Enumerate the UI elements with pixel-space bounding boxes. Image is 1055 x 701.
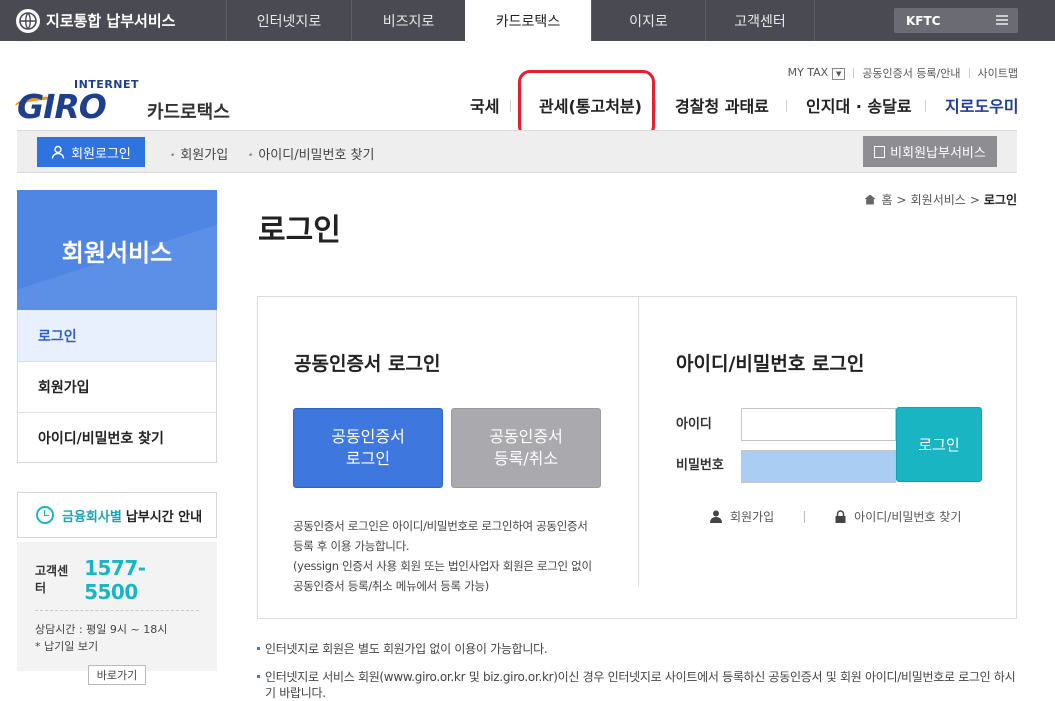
find-account-link-bottom[interactable]: 아이디/비밀번호 찾기	[835, 508, 961, 525]
payment-time-guide-link[interactable]: 금융회사별 납부시간 안내	[17, 492, 217, 538]
password-input[interactable]	[741, 450, 896, 483]
breadcrumb-home[interactable]: 홈	[882, 191, 893, 208]
login-panel: 공동인증서 로그인 공동인증서 로그인 공동인증서 등록/취소 공동인증서 로그…	[257, 296, 1017, 619]
tab-card-to-tax[interactable]: 카드로택스	[465, 0, 591, 41]
brand-label: 지로통합 납부서비스	[46, 12, 176, 30]
sidebar-item-join[interactable]: 회원가입	[18, 361, 216, 412]
highlight-annotation	[518, 70, 655, 138]
cert-description: 공동인증서 로그인은 아이디/비밀번호로 로그인하여 공동인증서 등록 후 이용…	[293, 516, 601, 596]
id-login-title: 아이디/비밀번호 로그인	[676, 353, 865, 375]
person-icon	[710, 510, 722, 523]
clock-icon	[36, 506, 54, 524]
utility-links: MY TAX ▼ 공동인증서 등록/안내 사이트맵	[788, 65, 1018, 81]
sidebar-item-login[interactable]: 로그인	[18, 310, 216, 361]
breadcrumb-current: 로그인	[983, 193, 1017, 207]
member-subbar: 회원로그인 회원가입 아이디/비밀번호 찾기 비회원납부서비스	[17, 130, 1017, 173]
divider	[853, 68, 855, 78]
home-icon	[864, 194, 876, 205]
nav-stamp-fee[interactable]: 인지대 · 송달료	[806, 93, 912, 117]
cert-register-button[interactable]: 공동인증서 등록/취소	[451, 408, 601, 488]
divider	[804, 510, 806, 523]
page-title: 로그인	[258, 213, 341, 248]
cert-login-button[interactable]: 공동인증서 로그인	[293, 408, 443, 488]
customer-center-row: 고객센터 1577-5500	[35, 556, 199, 611]
nav-divider	[510, 100, 511, 112]
nav-divider	[786, 100, 787, 112]
fin-rest-text: 납부시간 안내	[125, 509, 203, 525]
integrated-payment-link[interactable]: 지로통합 납부서비스	[0, 0, 226, 41]
globe-icon	[16, 8, 40, 33]
cert-desc-1: 공동인증서 로그인은 아이디/비밀번호로 로그인하여 공동인증서 등록 후 이용…	[293, 519, 588, 553]
password-label: 비밀번호	[676, 458, 724, 473]
lock-icon	[835, 510, 846, 523]
mytax-dropdown[interactable]: MY TAX ▼	[788, 66, 846, 80]
tab-internet-giro[interactable]: 인터넷지로	[226, 0, 351, 41]
breadcrumb-member-service[interactable]: 회원서비스	[911, 191, 966, 208]
breadcrumb: 홈 > 회원서비스 > 로그인	[864, 191, 1017, 208]
cert-login-title: 공동인증서 로그인	[294, 353, 441, 375]
tab-ezgiro[interactable]: 이지로	[591, 0, 705, 41]
tab-customer-center[interactable]: 고객센터	[705, 0, 815, 41]
nav-divider	[925, 100, 926, 112]
member-login-label: 회원로그인	[71, 146, 131, 162]
customer-center-phone: 1577-5500	[84, 556, 146, 604]
panel-divider	[638, 297, 639, 587]
global-topbar: 지로통합 납부서비스 인터넷지로 비즈지로 카드로택스 이지로 고객센터 KFT…	[0, 0, 1055, 41]
cert-desc-2: (yessign 인증서 사용 회원 또는 법인사업자 회원은 로그인 없이 공…	[293, 559, 592, 593]
member-login-button[interactable]: 회원로그인	[37, 137, 145, 167]
mytax-label: MY TAX	[787, 66, 829, 79]
breadcrumb-separator: >	[969, 192, 980, 207]
cert-register-line2: 등록/취소	[493, 449, 559, 468]
id-input[interactable]	[741, 408, 896, 441]
nav-police-fine[interactable]: 경찰청 과태료	[675, 93, 769, 117]
sidebar-menu: 로그인 회원가입 아이디/비밀번호 찾기	[17, 310, 217, 463]
consult-hours-text: 상담시간 : 평일 9시 ~ 18시	[35, 623, 168, 636]
breadcrumb-separator: >	[896, 192, 907, 207]
find-account-label: 아이디/비밀번호 찾기	[854, 510, 962, 524]
hamburger-icon	[996, 15, 1008, 25]
cert-register-link[interactable]: 공동인증서 등록/안내	[862, 65, 960, 81]
customer-center-box: 고객센터 1577-5500 상담시간 : 평일 9시 ~ 18시 * 납기일 …	[17, 542, 217, 685]
join-link-bottom[interactable]: 회원가입	[710, 508, 774, 525]
nav-national-tax[interactable]: 국세	[470, 93, 499, 117]
nav-divider	[655, 100, 656, 112]
due-date-note: * 납기일 보기	[35, 640, 99, 653]
join-link[interactable]: 회원가입	[170, 144, 228, 163]
cert-login-line2: 로그인	[345, 449, 391, 468]
fin-highlight-text: 금융회사별	[62, 509, 122, 525]
nonmember-payment-button[interactable]: 비회원납부서비스	[863, 136, 997, 167]
cert-register-line1: 공동인증서	[489, 427, 563, 446]
chevron-down-icon: ▼	[832, 68, 846, 80]
sidebar-title: 회원서비스	[17, 190, 217, 310]
id-label: 아이디	[676, 417, 712, 432]
customer-center-label: 고객센터	[35, 564, 69, 595]
nav-giro-helper[interactable]: 지로도우미	[945, 93, 1019, 117]
cert-login-line1: 공동인증서	[331, 427, 405, 446]
notice-item: 인터넷지로 서비스 회원(www.giro.or.kr 및 biz.giro.o…	[257, 669, 1017, 701]
join-link-label: 회원가입	[730, 510, 775, 524]
shortcut-button[interactable]: 바로가기	[88, 665, 146, 685]
consult-hours: 상담시간 : 평일 9시 ~ 18시 * 납기일 보기	[35, 621, 199, 655]
divider	[968, 68, 970, 78]
sitemap-link[interactable]: 사이트맵	[978, 65, 1018, 81]
kftc-label: KFTC	[906, 13, 941, 28]
notice-list: 인터넷지로 회원은 별도 회원가입 없이 이용이 가능합니다. 인터넷지로 서비…	[257, 641, 1017, 701]
notice-item: 인터넷지로 회원은 별도 회원가입 없이 이용이 가능합니다.	[257, 641, 1017, 657]
id-login-links: 회원가입 아이디/비밀번호 찾기	[710, 508, 961, 525]
kftc-menu-button[interactable]: KFTC	[894, 8, 1018, 33]
person-icon	[51, 145, 65, 159]
find-account-link[interactable]: 아이디/비밀번호 찾기	[248, 144, 374, 163]
sidebar-item-find[interactable]: 아이디/비밀번호 찾기	[18, 412, 216, 463]
document-icon	[874, 145, 886, 158]
id-login-button[interactable]: 로그인	[896, 407, 982, 482]
nonmember-label: 비회원납부서비스	[890, 146, 986, 161]
tab-biz-giro[interactable]: 비즈지로	[351, 0, 465, 41]
